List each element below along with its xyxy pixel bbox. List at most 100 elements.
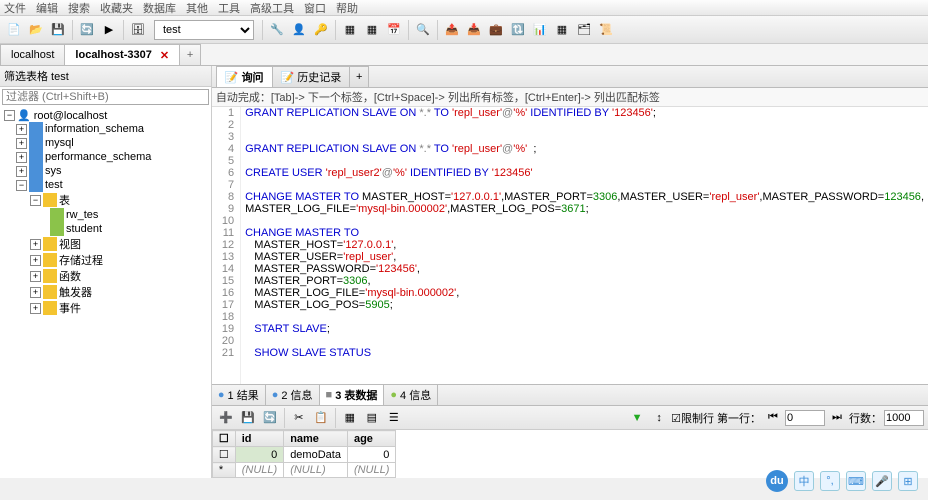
sql-editor[interactable]: 123456789101112131415161718192021 GRANT …: [212, 107, 928, 384]
rows-input[interactable]: [884, 410, 924, 426]
connection-tab[interactable]: localhost: [0, 44, 65, 65]
grid-add-icon[interactable]: ➕: [216, 408, 236, 428]
cell[interactable]: (NULL): [235, 463, 283, 478]
tool-icon[interactable]: 🔧: [267, 20, 287, 40]
connection-tab[interactable]: localhost-3307✕: [64, 44, 180, 65]
menu-item[interactable]: 其他: [186, 0, 208, 15]
row-header[interactable]: ☐: [212, 431, 235, 447]
sync-icon[interactable]: 🔃: [508, 20, 528, 40]
key-icon[interactable]: 🔑: [311, 20, 331, 40]
inner-tab[interactable]: 📝询问: [216, 66, 273, 87]
cell[interactable]: 0: [347, 447, 395, 463]
sort-icon[interactable]: ↕: [649, 408, 669, 428]
punct-icon[interactable]: °,: [820, 471, 840, 491]
col-header[interactable]: age: [347, 431, 395, 447]
cell[interactable]: (NULL): [347, 463, 395, 478]
user-icon[interactable]: 👤: [289, 20, 309, 40]
cell[interactable]: demoData: [284, 447, 348, 463]
row-selector[interactable]: ☐: [212, 447, 235, 463]
line-gutter: 123456789101112131415161718192021: [212, 107, 241, 384]
limit-rows-label[interactable]: ☑限制行 第一行：: [671, 410, 761, 426]
menu-item[interactable]: 高级工具: [250, 0, 294, 15]
refresh-icon[interactable]: 🔄: [77, 20, 97, 40]
col-header[interactable]: name: [284, 431, 348, 447]
result-tab[interactable]: ●2 信息: [266, 385, 320, 405]
search-icon[interactable]: 🔍: [413, 20, 433, 40]
tree-tables[interactable]: −表: [2, 192, 209, 208]
result-tabs: ●1 结果●2 信息■3 表数据●4 信息: [212, 384, 928, 406]
tree-db-open[interactable]: −test: [2, 178, 209, 192]
col-header[interactable]: id: [235, 431, 283, 447]
tree-db[interactable]: +performance_schema: [2, 150, 209, 164]
menu-item[interactable]: 窗口: [304, 0, 326, 15]
menu-item[interactable]: 搜索: [68, 0, 90, 15]
db-icon[interactable]: 🗄: [128, 20, 148, 40]
filter-label: 筛选表格 test: [0, 66, 211, 87]
menu-item[interactable]: 数据库: [143, 0, 176, 15]
tree-table[interactable]: student: [2, 222, 209, 236]
save-icon[interactable]: 💾: [48, 20, 68, 40]
tree-folder[interactable]: +视图: [2, 236, 209, 252]
grid-float-icon[interactable]: ⊞: [898, 471, 918, 491]
mic-icon[interactable]: 🎤: [872, 471, 892, 491]
add-inner-tab[interactable]: +: [349, 66, 369, 87]
table2-icon[interactable]: ▦: [362, 20, 382, 40]
menu-item[interactable]: 文件: [4, 0, 26, 15]
grid-copy-icon[interactable]: 📋: [311, 408, 331, 428]
database-select[interactable]: test: [154, 20, 254, 40]
table-icon[interactable]: ▦: [340, 20, 360, 40]
result-toolbar: ➕ 💾 🔄 ✂ 📋 ▦ ▤ ☰ ▼ ↕ ☑限制行 第一行： ⏮ ⏭ 行数：: [212, 406, 928, 430]
export-icon[interactable]: 📤: [442, 20, 462, 40]
grid-save-icon[interactable]: 💾: [238, 408, 258, 428]
floating-toolbar: du 中 °, ⌨ 🎤 ⊞: [766, 470, 918, 492]
add-tab[interactable]: +: [179, 44, 201, 65]
filter-icon[interactable]: ▼: [627, 408, 647, 428]
tree-folder[interactable]: +事件: [2, 300, 209, 316]
first-row-input[interactable]: [785, 410, 825, 426]
cell[interactable]: (NULL): [284, 463, 348, 478]
execute-icon[interactable]: ▶: [99, 20, 119, 40]
calendar-icon[interactable]: 📅: [384, 20, 404, 40]
row-selector[interactable]: *: [212, 463, 235, 478]
tree-folder[interactable]: +存储过程: [2, 252, 209, 268]
grid-text-icon[interactable]: ☰: [384, 408, 404, 428]
open-icon[interactable]: 📂: [26, 20, 46, 40]
inner-tab[interactable]: 📝历史记录: [272, 66, 351, 87]
result-tab[interactable]: ■3 表数据: [320, 385, 385, 405]
menu-item[interactable]: 收藏夹: [100, 0, 133, 15]
grid-icon[interactable]: ▦: [552, 20, 572, 40]
sidebar: 筛选表格 test −👤 root@localhost+information_…: [0, 66, 212, 478]
tree-root[interactable]: −👤 root@localhost: [2, 109, 209, 122]
tree-db[interactable]: +sys: [2, 164, 209, 178]
keyboard-icon[interactable]: ⌨: [846, 471, 866, 491]
script-icon[interactable]: 📜: [596, 20, 616, 40]
menubar: 文件编辑搜索收藏夹数据库其他工具高级工具窗口帮助: [0, 0, 928, 16]
result-tab[interactable]: ●4 信息: [384, 385, 438, 405]
tree-db[interactable]: +mysql: [2, 136, 209, 150]
first-page-icon[interactable]: ⏮: [763, 408, 783, 428]
grid-form-icon[interactable]: ▤: [362, 408, 382, 428]
report-icon[interactable]: 📊: [530, 20, 550, 40]
menu-item[interactable]: 帮助: [336, 0, 358, 15]
new-icon[interactable]: 📄: [4, 20, 24, 40]
filter-input[interactable]: [2, 89, 209, 105]
grid-cut-icon[interactable]: ✂: [289, 408, 309, 428]
result-tab[interactable]: ●1 结果: [212, 385, 266, 405]
lang-icon[interactable]: 中: [794, 471, 814, 491]
tree-table[interactable]: rw_tes: [2, 208, 209, 222]
grid-refresh-icon[interactable]: 🔄: [260, 408, 280, 428]
code-area[interactable]: GRANT REPLICATION SLAVE ON *.* TO 'repl_…: [241, 107, 928, 384]
tree-db[interactable]: +information_schema: [2, 122, 209, 136]
close-icon[interactable]: ✕: [160, 49, 169, 62]
cell[interactable]: 0: [235, 447, 283, 463]
tree-folder[interactable]: +触发器: [2, 284, 209, 300]
schema-icon[interactable]: 🗂: [574, 20, 594, 40]
backup-icon[interactable]: 💼: [486, 20, 506, 40]
next-page-icon[interactable]: ⏭: [827, 408, 847, 428]
menu-item[interactable]: 编辑: [36, 0, 58, 15]
menu-item[interactable]: 工具: [218, 0, 240, 15]
assistant-icon[interactable]: du: [766, 470, 788, 492]
grid-view-icon[interactable]: ▦: [340, 408, 360, 428]
import-icon[interactable]: 📥: [464, 20, 484, 40]
tree-folder[interactable]: +函数: [2, 268, 209, 284]
